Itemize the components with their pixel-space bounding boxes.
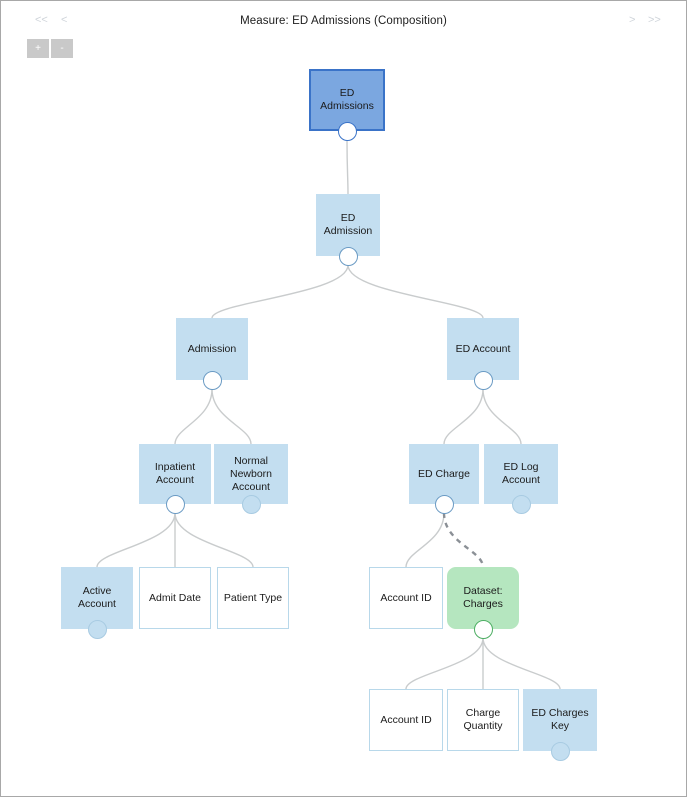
edge-dataset-charges-to-account-id-2 (405, 637, 484, 690)
node-toggle-expanded-inpatient-account[interactable] (165, 494, 185, 514)
node-toggle-collapsed-normal-newborn[interactable] (241, 494, 261, 514)
node-label: Active Account (78, 585, 116, 610)
node-label: ED Account (455, 342, 511, 355)
node-label: Account ID (380, 591, 432, 604)
node-label: Patient Type (223, 591, 283, 604)
edge-ed-admissions-to-ed-admission (346, 139, 349, 195)
node-toggle-expanded-ed-account[interactable] (473, 370, 493, 390)
node-admit-date[interactable]: Admit Date (139, 567, 211, 629)
node-account-id-1[interactable]: Account ID (369, 567, 443, 629)
edge-admission-to-inpatient-account (174, 388, 213, 445)
node-label: Admission (187, 342, 237, 355)
node-toggle-expanded-ed-admission[interactable] (338, 246, 358, 266)
node-toggle-expanded-ed-charge[interactable] (434, 494, 454, 514)
node-label: Inpatient Account (154, 461, 196, 486)
edge-ed-account-to-ed-charge (443, 388, 484, 445)
edge-ed-admission-to-admission (211, 264, 349, 319)
diagram-window: Measure: ED Admissions (Composition) << … (0, 0, 687, 797)
edge-ed-admission-to-ed-account (347, 264, 484, 319)
node-label: Admit Date (149, 591, 201, 604)
edge-inpatient-account-to-patient-type (174, 512, 254, 568)
edge-dataset-charges-to-ed-charges-key (482, 637, 561, 690)
node-label: ED Charge (418, 467, 470, 480)
diagram-canvas[interactable]: ED Admissions ED Admission Admission ED Acc… (1, 1, 686, 796)
edge-ed-charge-to-dataset-charges (442, 512, 485, 568)
node-label: Charge Quantity (463, 707, 503, 732)
node-label: ED Admission (323, 212, 373, 237)
edge-ed-account-to-ed-log-account (482, 388, 522, 445)
edge-admission-to-normal-newborn (211, 388, 252, 445)
node-charge-quantity[interactable]: Charge Quantity (447, 689, 519, 751)
node-toggle-collapsed-ed-log-account[interactable] (511, 494, 531, 514)
node-label: Account ID (380, 713, 432, 726)
edge-ed-charge-to-account-id-1 (405, 512, 445, 568)
node-toggle-collapsed-active-account[interactable] (87, 619, 107, 639)
edge-inpatient-account-to-active-account (96, 512, 176, 568)
node-toggle-expanded-ed-admissions[interactable] (337, 121, 357, 141)
node-toggle-collapsed-ed-charges-key[interactable] (550, 741, 570, 761)
node-toggle-expanded-dataset-charges[interactable] (473, 619, 493, 639)
node-account-id-2[interactable]: Account ID (369, 689, 443, 751)
node-label: ED Log Account (502, 461, 540, 486)
node-label: ED Charges Key (531, 707, 589, 732)
node-label: Dataset: Charges (463, 585, 503, 610)
node-toggle-expanded-admission[interactable] (202, 370, 222, 390)
node-patient-type[interactable]: Patient Type (217, 567, 289, 629)
node-label: Normal Newborn Account (229, 454, 273, 493)
node-label: ED Admissions (320, 87, 374, 112)
